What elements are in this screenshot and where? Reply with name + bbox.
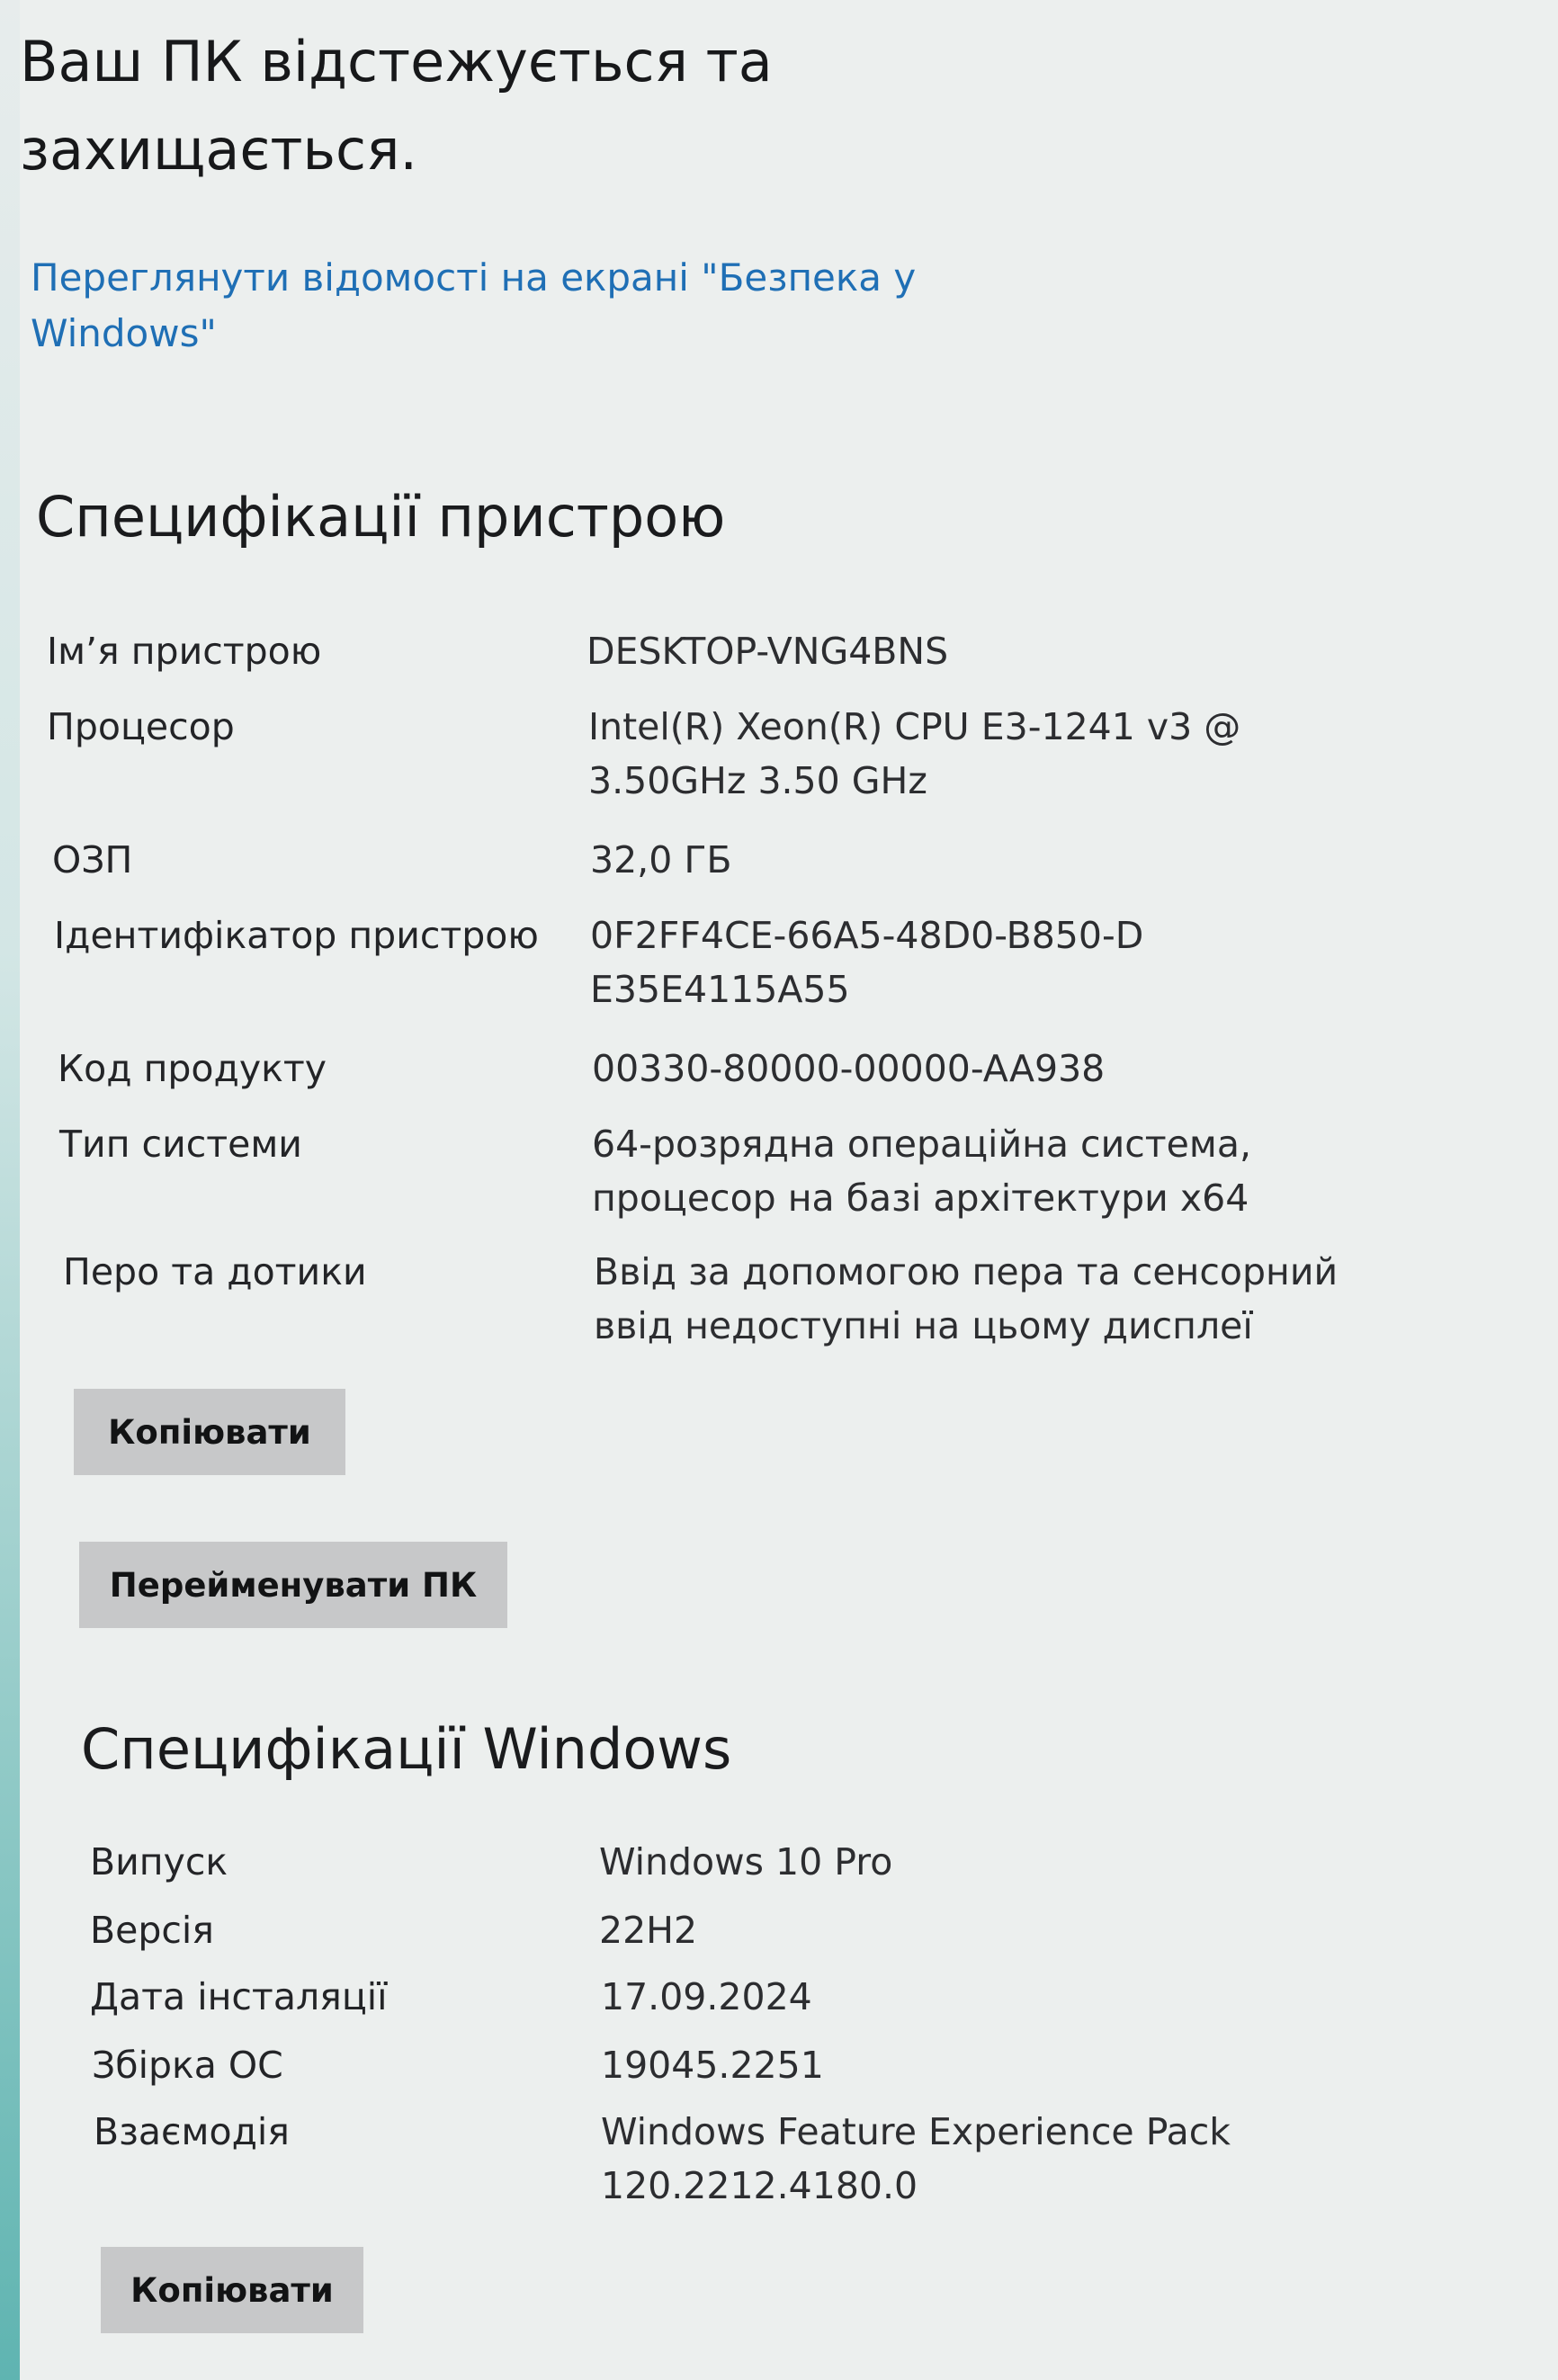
device-specs-title: Специфікації пристрою bbox=[36, 484, 726, 550]
rename-pc-button[interactable]: Перейменувати ПК bbox=[79, 1542, 507, 1628]
spec-value: DESKTOP-VNG4BNS bbox=[586, 630, 949, 673]
spec-value: 22H2 bbox=[599, 1909, 698, 1952]
spec-label: Версія bbox=[90, 1909, 214, 1952]
spec-label: Дата інсталяції bbox=[90, 1975, 388, 2018]
about-page: Ваш ПК відстежується та захищається. Пер… bbox=[0, 0, 1558, 2380]
spec-label: Випуск bbox=[90, 1840, 228, 1883]
spec-label: Тип системи bbox=[59, 1123, 302, 1166]
copy-device-specs-button[interactable]: Копіювати bbox=[74, 1389, 345, 1475]
security-status-text: Ваш ПК відстежується та захищається. bbox=[20, 29, 773, 183]
spec-label: Код продукту bbox=[58, 1047, 327, 1090]
spec-value: 0F2FF4CE-66A5-48D0-B850-DE35E4115A55 bbox=[590, 914, 1144, 1011]
windows-specs-title: Специфікації Windows bbox=[81, 1716, 732, 1782]
spec-label: Перо та дотики bbox=[63, 1250, 367, 1293]
copy-windows-specs-button[interactable]: Копіювати bbox=[101, 2247, 363, 2333]
spec-value: 32,0 ГБ bbox=[590, 838, 732, 881]
spec-value: 17.09.2024 bbox=[601, 1975, 812, 2018]
spec-value: 64-розрядна операційна система, процесор… bbox=[592, 1123, 1251, 1220]
spec-value: Ввід за допомогою пера та сенсорний ввід… bbox=[594, 1250, 1339, 1347]
spec-value: Windows Feature Experience Pack 120.2212… bbox=[601, 2110, 1231, 2207]
spec-value: Windows 10 Pro bbox=[599, 1840, 893, 1883]
spec-label: Взаємодія bbox=[94, 2110, 290, 2153]
spec-label: ОЗП bbox=[52, 838, 133, 881]
spec-label: Збірка ОС bbox=[92, 2044, 283, 2087]
spec-value: 19045.2251 bbox=[601, 2044, 824, 2087]
windows-security-link[interactable]: Переглянути відомості на екрані "Безпека… bbox=[31, 250, 930, 362]
spec-label: Процесор bbox=[47, 705, 235, 748]
spec-label: Ім’я пристрою bbox=[47, 630, 322, 673]
spec-value: 00330-80000-00000-AA938 bbox=[592, 1047, 1106, 1090]
spec-value: Intel(R) Xeon(R) CPU E3-1241 v3 @ 3.50GH… bbox=[588, 705, 1241, 802]
spec-label: Ідентифікатор пристрою bbox=[54, 914, 539, 957]
